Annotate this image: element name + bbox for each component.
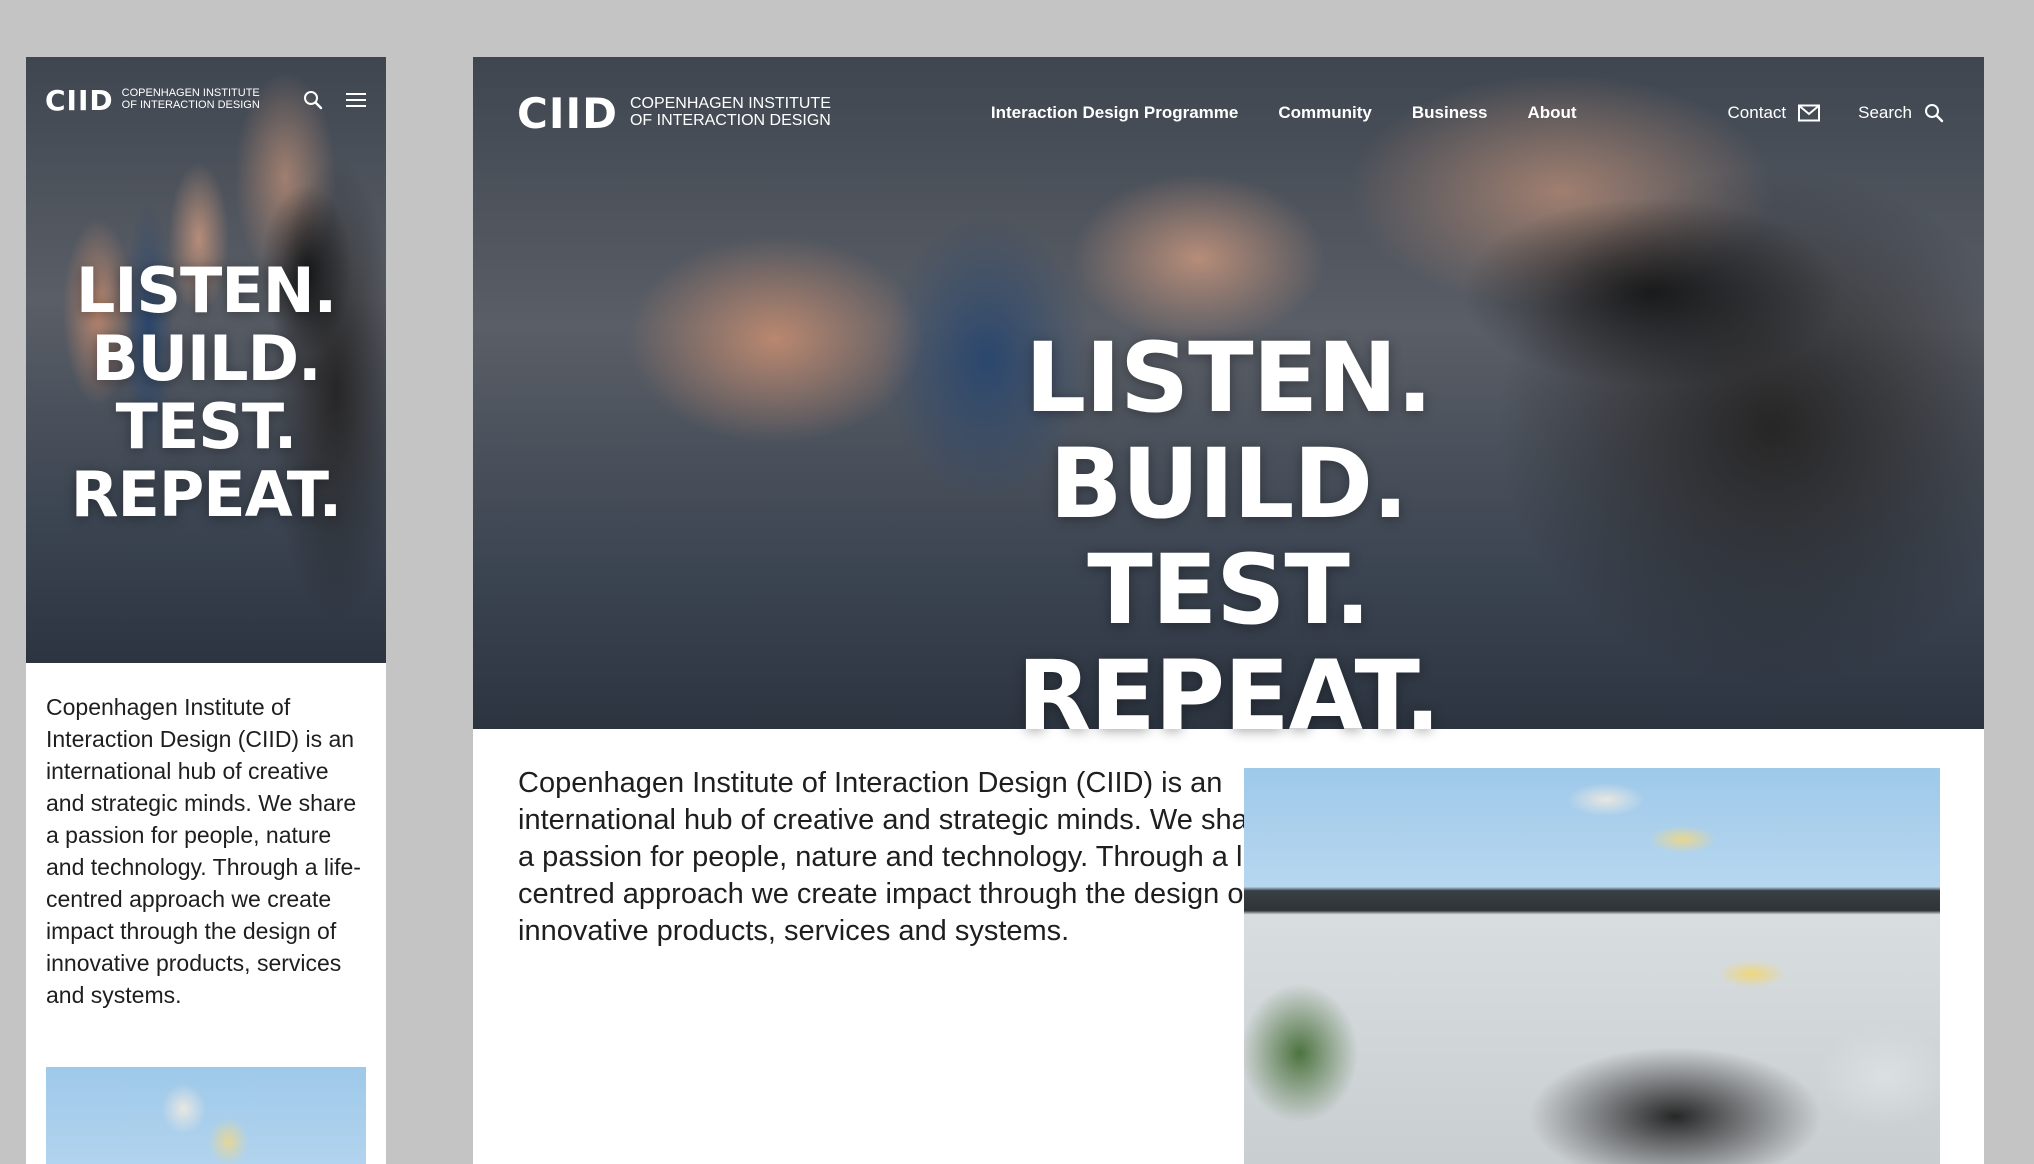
logo-mark: CIID	[517, 88, 618, 138]
logo-link[interactable]: CIID COPENHAGEN INSTITUTE OF INTERACTION…	[45, 84, 260, 117]
desktop-frame: CIID COPENHAGEN INSTITUTE OF INTERACTION…	[473, 57, 1984, 1164]
utility-nav: Contact Search	[1728, 103, 1944, 123]
mobile-header-actions	[303, 90, 367, 110]
logo-line-2: OF INTERACTION DESIGN	[121, 99, 260, 111]
logo-line-2: OF INTERACTION DESIGN	[629, 112, 831, 129]
graduation-photo	[1244, 768, 1940, 1164]
hamburger-menu-icon[interactable]	[345, 92, 367, 108]
desktop-header: CIID COPENHAGEN INSTITUTE OF INTERACTION…	[517, 87, 1944, 139]
graduation-photo	[46, 1067, 366, 1164]
logo-wordmark: COPENHAGEN INSTITUTE OF INTERACTION DESI…	[629, 95, 831, 130]
search-link[interactable]: Search	[1858, 103, 1944, 123]
contact-label: Contact	[1727, 103, 1787, 122]
intro-paragraph: Copenhagen Institute of Interaction Desi…	[46, 694, 361, 1008]
desktop-hero-image: CIID COPENHAGEN INSTITUTE OF INTERACTION…	[473, 57, 1984, 749]
mobile-header: CIID COPENHAGEN INSTITUTE OF INTERACTION…	[45, 69, 367, 131]
contact-link[interactable]: Contact	[1728, 103, 1821, 123]
search-icon	[1924, 103, 1944, 123]
mobile-frame: CIID COPENHAGEN INSTITUTE OF INTERACTION…	[26, 57, 386, 1164]
logo-mark: CIID	[45, 83, 114, 117]
logo-link[interactable]: CIID COPENHAGEN INSTITUTE OF INTERACTION…	[517, 89, 831, 138]
hero-title: LISTEN. BUILD. TEST. REPEAT.	[70, 254, 343, 531]
mobile-hero-image: CIID COPENHAGEN INSTITUTE OF INTERACTION…	[26, 57, 386, 663]
logo-line-1: COPENHAGEN INSTITUTE	[629, 95, 831, 113]
intro-paragraph: Copenhagen Institute of Interaction Desi…	[518, 767, 1283, 947]
nav-item-interaction-design-programme[interactable]: Interaction Design Programme	[991, 103, 1239, 123]
envelope-icon	[1798, 104, 1821, 122]
search-label: Search	[1858, 103, 1912, 122]
nav-item-business[interactable]: Business	[1412, 103, 1488, 123]
hero-title: LISTEN. BUILD. TEST. REPEAT.	[1017, 322, 1441, 752]
search-icon[interactable]	[303, 90, 323, 110]
logo-wordmark: COPENHAGEN INSTITUTE OF INTERACTION DESI…	[122, 88, 260, 111]
nav-item-about[interactable]: About	[1527, 103, 1576, 123]
logo-line-1: COPENHAGEN INSTITUTE	[121, 87, 260, 100]
main-nav: Interaction Design Programme Community B…	[991, 103, 1577, 123]
nav-item-community[interactable]: Community	[1278, 103, 1372, 123]
